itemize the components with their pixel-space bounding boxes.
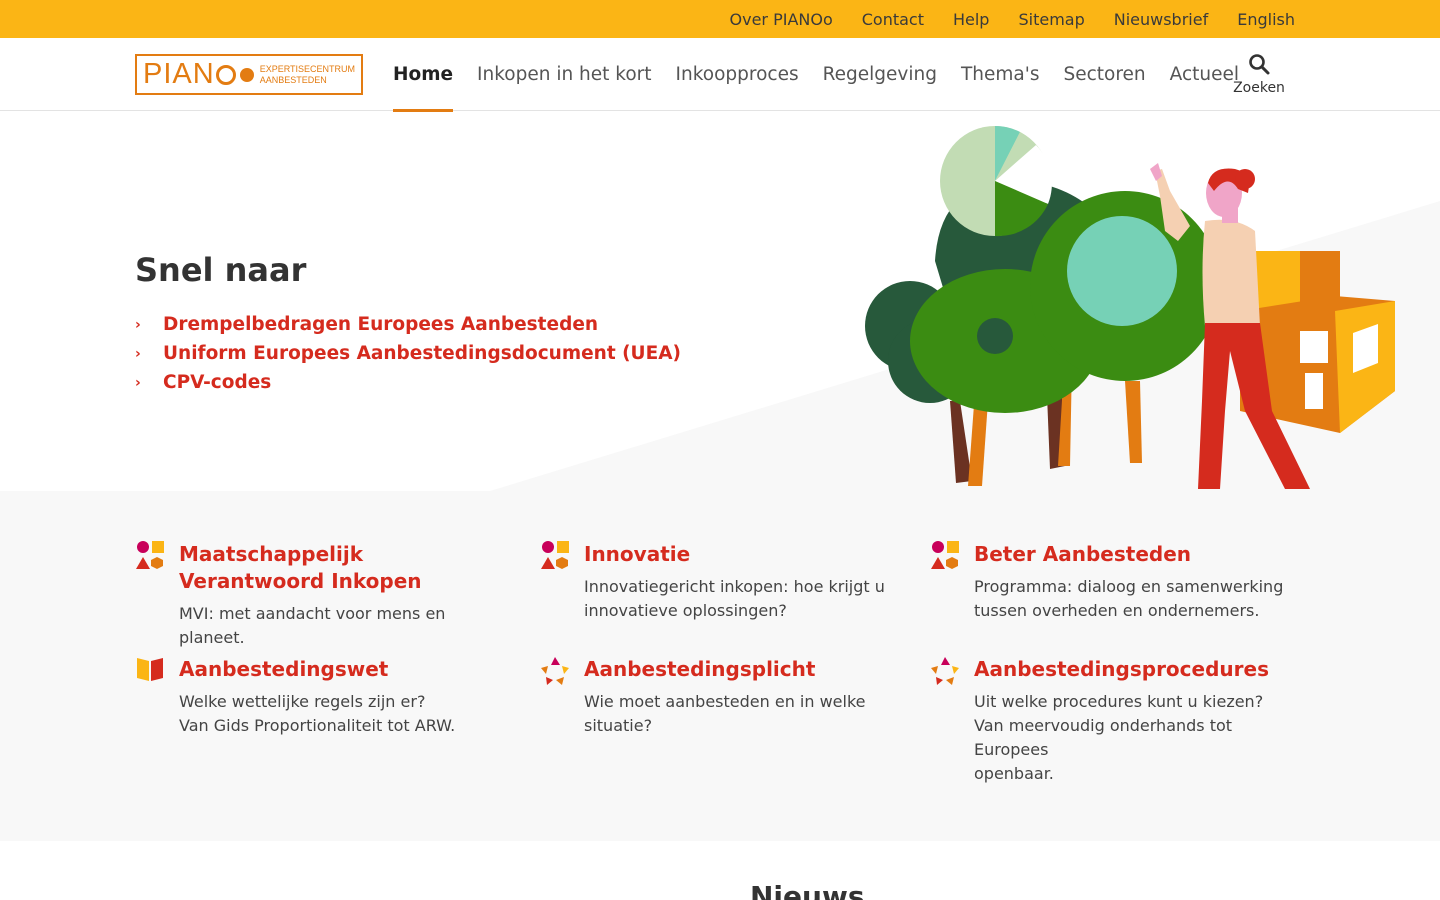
link-over-pianoo[interactable]: Over PIANOo: [730, 10, 833, 29]
news-heading: Nieuws: [750, 880, 865, 900]
theme-title: Innovatie: [584, 542, 691, 566]
theme-desc-line: openbaar.: [974, 764, 1054, 783]
theme-desc-line: Uit welke procedures kunt u kiezen?: [974, 692, 1264, 711]
shapes-icon: [541, 541, 569, 569]
theme-description: Welke wettelijke regels zijn er? Van Gid…: [179, 690, 455, 738]
theme-description: Wie moet aanbesteden en in welke situati…: [584, 690, 866, 738]
main-navigation: Home Inkopen in het kort Inkoopproces Re…: [393, 38, 1263, 112]
theme-desc-line: tussen overheden en ondernemers.: [974, 601, 1260, 620]
shapes-icon: [136, 541, 164, 569]
theme-description: MVI: met aandacht voor mens en planeet.: [179, 602, 505, 650]
theme-title: Aanbestedingswet: [179, 657, 389, 681]
theme-desc-line: MVI: met aandacht voor mens en planeet.: [179, 604, 446, 647]
chevron-right-icon: ›: [135, 374, 141, 391]
quick-links: › Drempelbedragen Europees Aanbesteden ›…: [135, 310, 681, 397]
quick-link-label: Drempelbedragen Europees Aanbesteden: [163, 314, 599, 335]
nav-themas[interactable]: Thema's: [961, 38, 1040, 111]
quick-link-cpv-codes[interactable]: › CPV-codes: [135, 368, 681, 397]
theme-description: Uit welke procedures kunt u kiezen? Van …: [974, 690, 1300, 786]
theme-desc-line: Van meervoudig onderhands tot Europees: [974, 716, 1233, 759]
link-english[interactable]: English: [1237, 10, 1295, 29]
nav-home[interactable]: Home: [393, 38, 454, 112]
link-contact[interactable]: Contact: [862, 10, 924, 29]
theme-desc-line: Wie moet aanbesteden en in welke: [584, 692, 866, 711]
theme-desc-line: Programma: dialoog en samenwerking: [974, 577, 1284, 596]
chevron-right-icon: ›: [135, 345, 141, 362]
theme-desc-line: innovatieve oplossingen?: [584, 601, 787, 620]
quick-link-label: CPV-codes: [163, 372, 272, 393]
hero-illustration: [865, 126, 1395, 489]
hero-title: Snel naar: [135, 251, 307, 289]
main-header: PIAN EXPERTISECENTRUM AANBESTEDEN Home I…: [0, 38, 1440, 112]
logo-ring: [215, 64, 236, 85]
pianoo-logo[interactable]: PIAN EXPERTISECENTRUM AANBESTEDEN: [135, 54, 363, 95]
quick-link-uea[interactable]: › Uniform Europees Aanbestedingsdocument…: [135, 339, 681, 368]
shapes-icon: [931, 541, 959, 569]
top-utility-bar: Over PIANOo Contact Help Sitemap Nieuwsb…: [0, 0, 1440, 38]
search-label: Zoeken: [1233, 80, 1285, 96]
nav-inkoopproces[interactable]: Inkoopproces: [676, 38, 799, 111]
book-icon: [137, 658, 163, 681]
theme-title: Maatschappelijk Verantwoord Inkopen: [179, 542, 422, 593]
themes-section: Maatschappelijk Verantwoord Inkopen MVI:…: [0, 491, 1440, 841]
pie-illustration: [940, 126, 1052, 237]
link-nieuwsbrief[interactable]: Nieuwsbrief: [1114, 10, 1208, 29]
theme-description: Programma: dialoog en samenwerking tusse…: [974, 575, 1283, 623]
search-icon: [1249, 54, 1270, 75]
nav-inkopen-in-het-kort[interactable]: Inkopen in het kort: [477, 38, 652, 111]
theme-title: Aanbestedingsprocedures: [974, 657, 1269, 681]
theme-desc-line: situatie?: [584, 716, 653, 735]
link-sitemap[interactable]: Sitemap: [1018, 10, 1084, 29]
logo-wordmark: PIAN: [143, 58, 215, 90]
logo-dot: [239, 67, 254, 82]
utility-links: Over PIANOo Contact Help Sitemap Nieuwsb…: [701, 0, 1296, 38]
theme-description: Innovatiegericht inkopen: hoe krijgt u i…: [584, 575, 885, 623]
link-help[interactable]: Help: [953, 10, 989, 29]
hero-section: Snel naar › Drempelbedragen Europees Aan…: [0, 111, 1440, 491]
logo-sub-line1: EXPERTISECENTRUM: [259, 63, 356, 74]
theme-title: Aanbestedingsplicht: [584, 657, 816, 681]
logo-sub-line2: AANBESTEDEN: [259, 74, 327, 85]
theme-desc-line: Innovatiegericht inkopen: hoe krijgt u: [584, 577, 885, 596]
theme-desc-line: Van Gids Proportionaliteit tot ARW.: [179, 716, 456, 735]
theme-desc-line: Welke wettelijke regels zijn er?: [179, 692, 426, 711]
nav-sectoren[interactable]: Sectoren: [1063, 38, 1145, 111]
search-button[interactable]: Zoeken: [1230, 52, 1288, 96]
quick-link-drempelbedragen[interactable]: › Drempelbedragen Europees Aanbesteden: [135, 310, 681, 339]
theme-title: Beter Aanbesteden: [974, 542, 1192, 566]
nav-actueel[interactable]: Actueel: [1170, 38, 1239, 111]
star-icon: [541, 657, 569, 685]
star-icon: [931, 657, 959, 685]
quick-link-label: Uniform Europees Aanbestedingsdocument (…: [163, 343, 681, 364]
logo-subtitle: EXPERTISECENTRUM AANBESTEDEN: [260, 64, 355, 86]
nav-regelgeving[interactable]: Regelgeving: [823, 38, 937, 111]
chevron-right-icon: ›: [135, 316, 141, 333]
